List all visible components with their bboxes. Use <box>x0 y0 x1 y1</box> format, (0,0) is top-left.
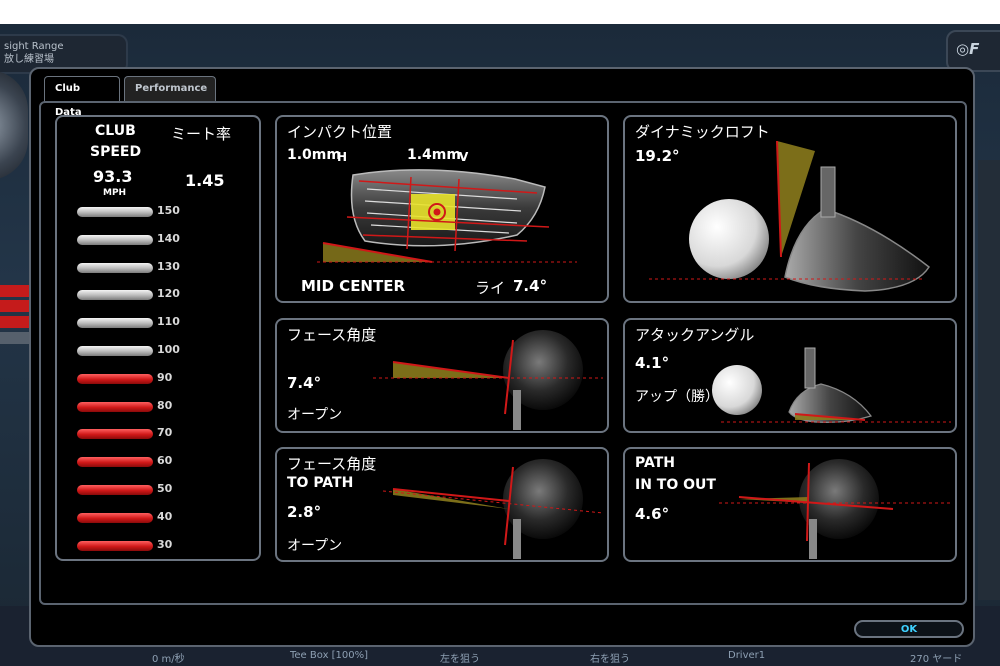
speed-bar <box>77 540 153 551</box>
club-speed-unit: MPH <box>103 188 127 198</box>
club-face-diagram <box>317 169 577 263</box>
speed-bar <box>77 457 153 468</box>
smash-label: ミート率 <box>171 125 232 143</box>
speed-tick-label: 50 <box>157 482 173 495</box>
tee-box-readout: Tee Box [100%] <box>290 650 369 661</box>
club-readout: Driver1 <box>728 650 766 661</box>
speed-bar <box>77 234 153 245</box>
speed-bar <box>77 290 153 301</box>
speed-bar <box>77 401 153 412</box>
speed-tick-label: 100 <box>157 343 180 356</box>
impact-location: MID CENTER <box>301 277 406 295</box>
tab-content: CLUB SPEED 93.3 MPH ミート率 1.45 150 140 130 1… <box>39 101 967 605</box>
speed-tick-label: 130 <box>157 259 180 273</box>
face-to-path-diagram <box>382 459 604 559</box>
club-speed-label-1: CLUB <box>95 123 136 139</box>
side-indicator <box>0 316 30 328</box>
speed-tick-label: 120 <box>157 287 180 301</box>
speed-bar <box>77 262 153 273</box>
range-label-jp: 放し練習場 <box>4 54 54 65</box>
speed-tick-label: 70 <box>157 426 173 440</box>
club-speed-panel: CLUB SPEED 93.3 MPH ミート率 1.45 150 140 130 1… <box>55 115 261 561</box>
lie-value: 7.4° <box>513 277 548 295</box>
speed-tick-label: 90 <box>157 370 173 384</box>
dynamic-loft-panel: ダイナミックロフト 19.2° <box>623 115 957 303</box>
speed-tick-label: 140 <box>157 231 180 245</box>
club-data-dialog: Club Data Performance CLUB SPEED 93.3 MP… <box>29 67 975 647</box>
side-indicator <box>0 332 30 344</box>
loft-diagram <box>649 140 930 292</box>
aim-right-button[interactable]: 右を狙う <box>590 650 630 665</box>
path-diagram <box>719 459 951 559</box>
speed-bar <box>77 318 153 329</box>
speed-bar <box>77 429 153 440</box>
wind-readout: 0 m/秒 <box>152 654 185 665</box>
club-speed-value: 93.3 <box>93 167 133 186</box>
golf-ball-icon <box>712 365 762 415</box>
face-to-path-panel: フェース角度 TO PATH 2.8° オープン <box>275 447 609 562</box>
top-white-bar <box>0 0 1000 24</box>
speed-tick-label: 40 <box>157 509 173 523</box>
speed-tick-label: 110 <box>157 315 180 329</box>
speed-tick-label: 150 <box>157 204 180 217</box>
path-panel: PATH IN TO OUT 4.6° <box>623 447 957 562</box>
golf-ball-icon <box>689 199 769 279</box>
impact-panel: インパクト位置 1.0mm H 1.4mm V MID CENTER ライ 7.… <box>275 115 609 303</box>
impact-title: インパクト位置 <box>287 123 393 141</box>
range-label-en: sight Range <box>4 41 64 52</box>
side-indicator <box>0 300 30 312</box>
brand-logo-icon: ◎F <box>956 40 980 58</box>
attack-angle-diagram <box>712 347 951 423</box>
speed-bar <box>77 512 153 523</box>
face-angle-panel: フェース角度 7.4° オープン <box>275 318 609 433</box>
ok-button[interactable]: OK <box>854 620 964 638</box>
side-indicator <box>0 285 30 297</box>
lie-label: ライ <box>475 279 506 297</box>
club-speed-label-2: SPEED <box>90 144 142 160</box>
distance-readout: 270 ヤード <box>910 654 963 665</box>
speed-bar <box>77 373 153 384</box>
speed-bar <box>77 485 153 495</box>
speed-tick-label: 80 <box>157 398 173 412</box>
speed-tick-label: 30 <box>157 537 173 551</box>
tab-performance[interactable]: Performance <box>124 76 216 102</box>
tab-club-data[interactable]: Club Data <box>44 76 120 118</box>
right-scrollbar[interactable] <box>978 160 1000 600</box>
aim-left-button[interactable]: 左を狙う <box>440 650 480 665</box>
face-angle-diagram <box>373 330 603 430</box>
attack-angle-panel: アタックアングル 4.1° アップ（勝） <box>623 318 957 433</box>
speed-bar <box>77 346 153 356</box>
speed-bar <box>77 207 153 217</box>
smash-value: 1.45 <box>185 171 225 190</box>
brand-logo: ◎F <box>946 30 1000 72</box>
speed-tick-label: 60 <box>157 454 173 468</box>
